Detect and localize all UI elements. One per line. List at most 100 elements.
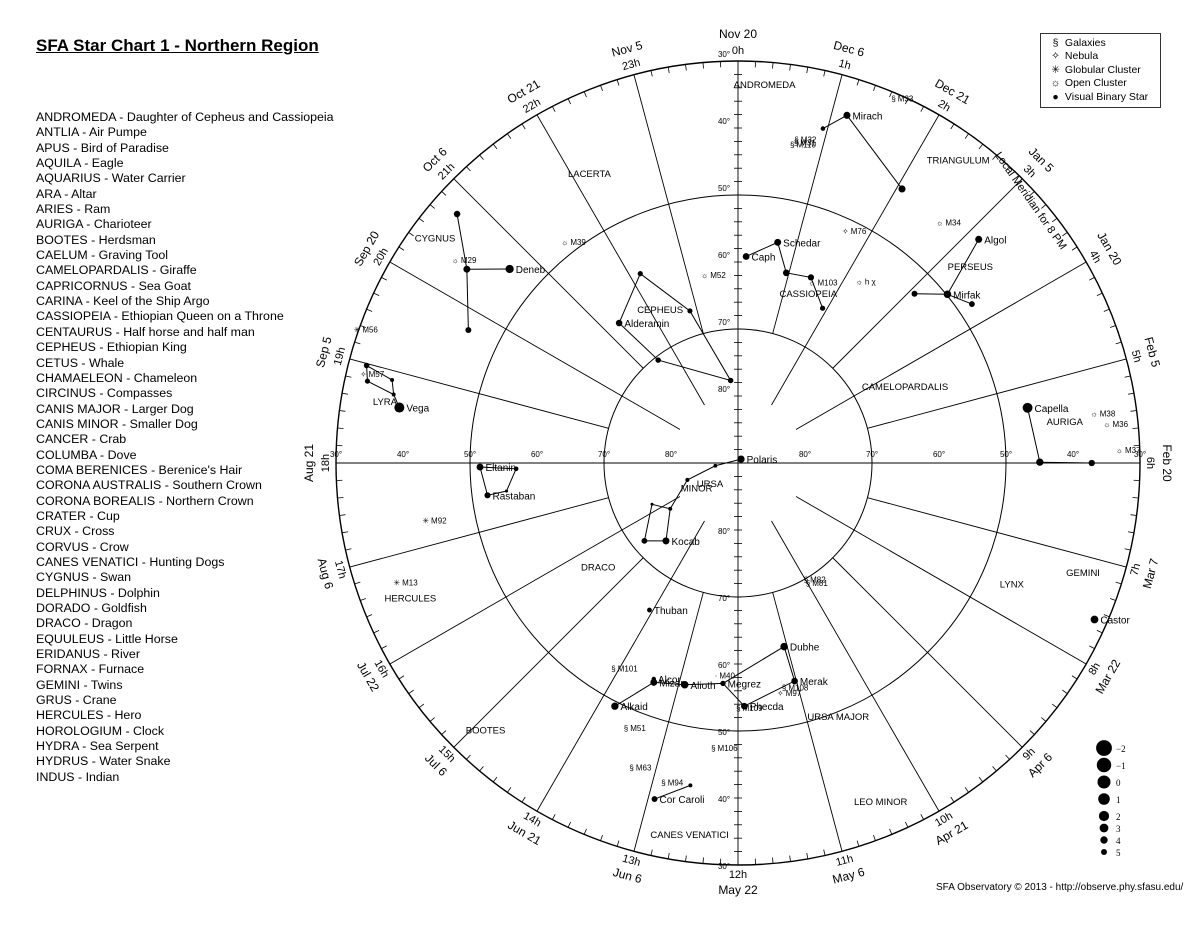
hour-line-21 [453, 178, 644, 369]
star-bcvn [688, 783, 693, 788]
hour-line-7 [867, 497, 1127, 568]
constellation-label: DRACO [581, 562, 615, 573]
ra-tick [978, 143, 984, 150]
dec-label: 80° [718, 385, 730, 394]
ra-tick [360, 598, 367, 601]
ra-tick [521, 796, 526, 803]
star-label-mirfak: Mirfak [953, 290, 981, 301]
legend-label: Visual Binary Star [1062, 90, 1149, 103]
ra-tick [702, 62, 704, 69]
ra-tick [479, 766, 484, 772]
magnitude-key-label: 3 [1116, 824, 1121, 834]
hour-label: 12h [729, 869, 747, 881]
magnitude-key-label: −2 [1116, 744, 1126, 754]
dec-label: 40° [397, 450, 409, 459]
ra-tick [381, 645, 387, 649]
star-baur [1036, 458, 1044, 466]
star-ecyg [453, 210, 461, 218]
star-taur [1088, 459, 1095, 467]
star-capella [1022, 402, 1033, 413]
ra-tick [806, 852, 809, 859]
legend-item: ✳ Globular Cluster [1049, 64, 1160, 77]
star-label-alioth: Alioth [690, 681, 715, 692]
ra-tick [789, 855, 791, 862]
constellation-label: CANES VENATICI [650, 830, 728, 841]
constellation-label: URSA MAJOR [807, 712, 869, 723]
dec-label: 60° [718, 251, 730, 260]
galaxy-icon: § [611, 665, 615, 674]
ra-tick [1041, 717, 1047, 722]
date-label: May 22 [718, 883, 758, 897]
magnitude-key-dot [1096, 757, 1112, 773]
magnitude-key-label: 0 [1116, 778, 1121, 788]
ra-tick [381, 277, 387, 281]
ra-tick [772, 857, 774, 864]
dec-label: 70° [866, 450, 878, 459]
ra-tick [1109, 598, 1116, 601]
magnitude-key-dot [1101, 849, 1107, 855]
star-algol [975, 235, 983, 243]
star-label-eltanin: Eltanin [485, 463, 516, 474]
star-humi [650, 502, 654, 506]
ra-tick [1115, 341, 1122, 345]
deep-sky-label: M40 [719, 672, 735, 681]
ra-tick [1051, 217, 1058, 223]
star-schedar [774, 238, 782, 246]
star-dcyg [465, 327, 472, 334]
deep-sky-label: M110 [796, 140, 816, 149]
constellation-label: MINOR [681, 483, 713, 494]
ra-tick [1051, 703, 1058, 709]
ra-tick [823, 849, 826, 856]
deep-sky-label: M34 [945, 219, 961, 228]
ra-tick [920, 814, 924, 820]
dec-label: 80° [665, 450, 677, 459]
ra-tick [1071, 246, 1078, 251]
hour-line-17 [349, 497, 609, 568]
globular-cluster-icon: ✳ [1051, 63, 1060, 76]
ra-tick [398, 246, 405, 251]
star-gand [898, 185, 906, 193]
star-dlyr [390, 377, 395, 382]
star-deneb [505, 264, 514, 274]
ra-tick [950, 123, 955, 130]
deep-sky-label: M94 [668, 779, 684, 788]
legend-label: Nebula [1062, 50, 1099, 63]
magnitude-key-dot [1098, 810, 1110, 822]
ra-tick [418, 217, 425, 223]
ra-tick [354, 581, 361, 585]
star-mirfak [943, 290, 952, 299]
ra-tick [418, 703, 425, 709]
star-label-capella: Capella [1035, 404, 1069, 415]
globular-icon: ✳ [422, 516, 429, 525]
deep-sky-label: M57 [369, 370, 385, 379]
deep-sky-label: M13 [402, 579, 418, 588]
galaxy-icon: § [790, 140, 794, 149]
deep-sky-label: M97 [786, 689, 802, 698]
ra-tick [964, 133, 969, 139]
dec-label: 40° [718, 117, 730, 126]
star-blyr [364, 378, 370, 384]
dec-label: 50° [464, 450, 476, 459]
constellation-label: PERSEUS [948, 262, 993, 273]
star-corcaroli [651, 796, 658, 803]
ra-tick [466, 754, 471, 760]
ra-tick [978, 776, 984, 783]
open-icon: ☼ [856, 277, 863, 286]
ra-tick [552, 814, 556, 820]
deep-sky-label: M82 [810, 576, 826, 585]
nebula-icon: ✧ [842, 227, 849, 236]
ra-tick [1089, 277, 1095, 281]
constellation-label: LYNX [1000, 580, 1025, 591]
open-icon: ☼ [701, 271, 708, 280]
ra-tick [964, 787, 969, 793]
deep-sky-label: M106 [718, 744, 739, 753]
ra-tick [429, 204, 435, 209]
star-zumi [668, 506, 673, 511]
star-gcep [727, 377, 734, 384]
ra-tick [1071, 675, 1078, 680]
dec-label: 70° [718, 318, 730, 327]
ra-tick [408, 232, 414, 237]
magnitude-key-label: 1 [1116, 795, 1121, 805]
deep-sky-label: M76 [851, 227, 867, 236]
dec-label: 30° [718, 862, 730, 871]
